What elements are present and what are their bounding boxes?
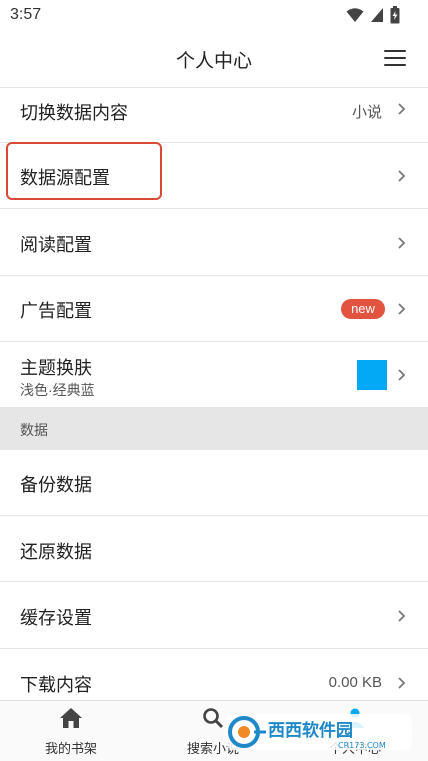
page-title: 个人中心 <box>175 51 252 72</box>
battery-icon <box>390 6 400 24</box>
switch-content-label: 切换数据内容 <box>20 103 128 123</box>
status-bar: 3:57 <box>0 0 428 30</box>
downloads-size: 0.00 KB <box>328 674 382 691</box>
chevron-right-icon <box>398 170 406 182</box>
watermark-logo: 西西软件园 CR173.COM <box>226 714 412 750</box>
chevron-right-icon <box>398 610 406 622</box>
section-header-data: 数据 <box>0 408 428 450</box>
cache-settings-row[interactable]: 缓存设置 <box>0 582 428 649</box>
signal-icon <box>371 8 383 22</box>
chevron-right-icon <box>398 103 406 115</box>
theme-color-swatch <box>357 360 387 390</box>
backup-label: 备份数据 <box>20 475 92 495</box>
ad-config-label: 广告配置 <box>20 301 92 321</box>
theme-label: 主题换肤 <box>20 358 92 378</box>
chevron-right-icon <box>398 303 406 315</box>
wifi-icon <box>346 8 364 22</box>
chevron-right-icon <box>398 237 406 249</box>
status-time: 3:57 <box>10 6 42 23</box>
app-header: 个人中心 <box>0 30 428 88</box>
chevron-right-icon <box>398 369 406 381</box>
theme-subtitle: 浅色·经典蓝 <box>20 382 95 398</box>
backup-row[interactable]: 备份数据 <box>0 450 428 516</box>
chevron-right-icon <box>398 677 406 689</box>
svg-text:西西软件园: 西西软件园 <box>268 720 353 741</box>
nav-bookshelf[interactable]: 我的书架 <box>11 707 131 757</box>
new-badge: new <box>341 299 385 319</box>
search-icon <box>203 708 224 729</box>
downloads-label: 下载内容 <box>20 675 92 695</box>
section-label: 数据 <box>20 422 48 438</box>
restore-row[interactable]: 还原数据 <box>0 516 428 582</box>
home-icon <box>60 708 82 728</box>
menu-icon[interactable] <box>384 50 406 68</box>
status-icons <box>346 6 400 24</box>
switch-content-row[interactable]: 切换数据内容 小说 <box>0 88 428 143</box>
downloads-row[interactable]: 下载内容 0.00 KB <box>0 649 428 700</box>
restore-label: 还原数据 <box>20 542 92 562</box>
highlight-box <box>6 142 162 200</box>
switch-content-value: 小说 <box>351 104 382 121</box>
cache-settings-label: 缓存设置 <box>20 608 92 628</box>
svg-text:CR173.COM: CR173.COM <box>338 741 386 750</box>
reading-config-row[interactable]: 阅读配置 <box>0 209 428 276</box>
reading-config-label: 阅读配置 <box>20 235 92 255</box>
nav-bookshelf-label: 我的书架 <box>44 741 97 756</box>
